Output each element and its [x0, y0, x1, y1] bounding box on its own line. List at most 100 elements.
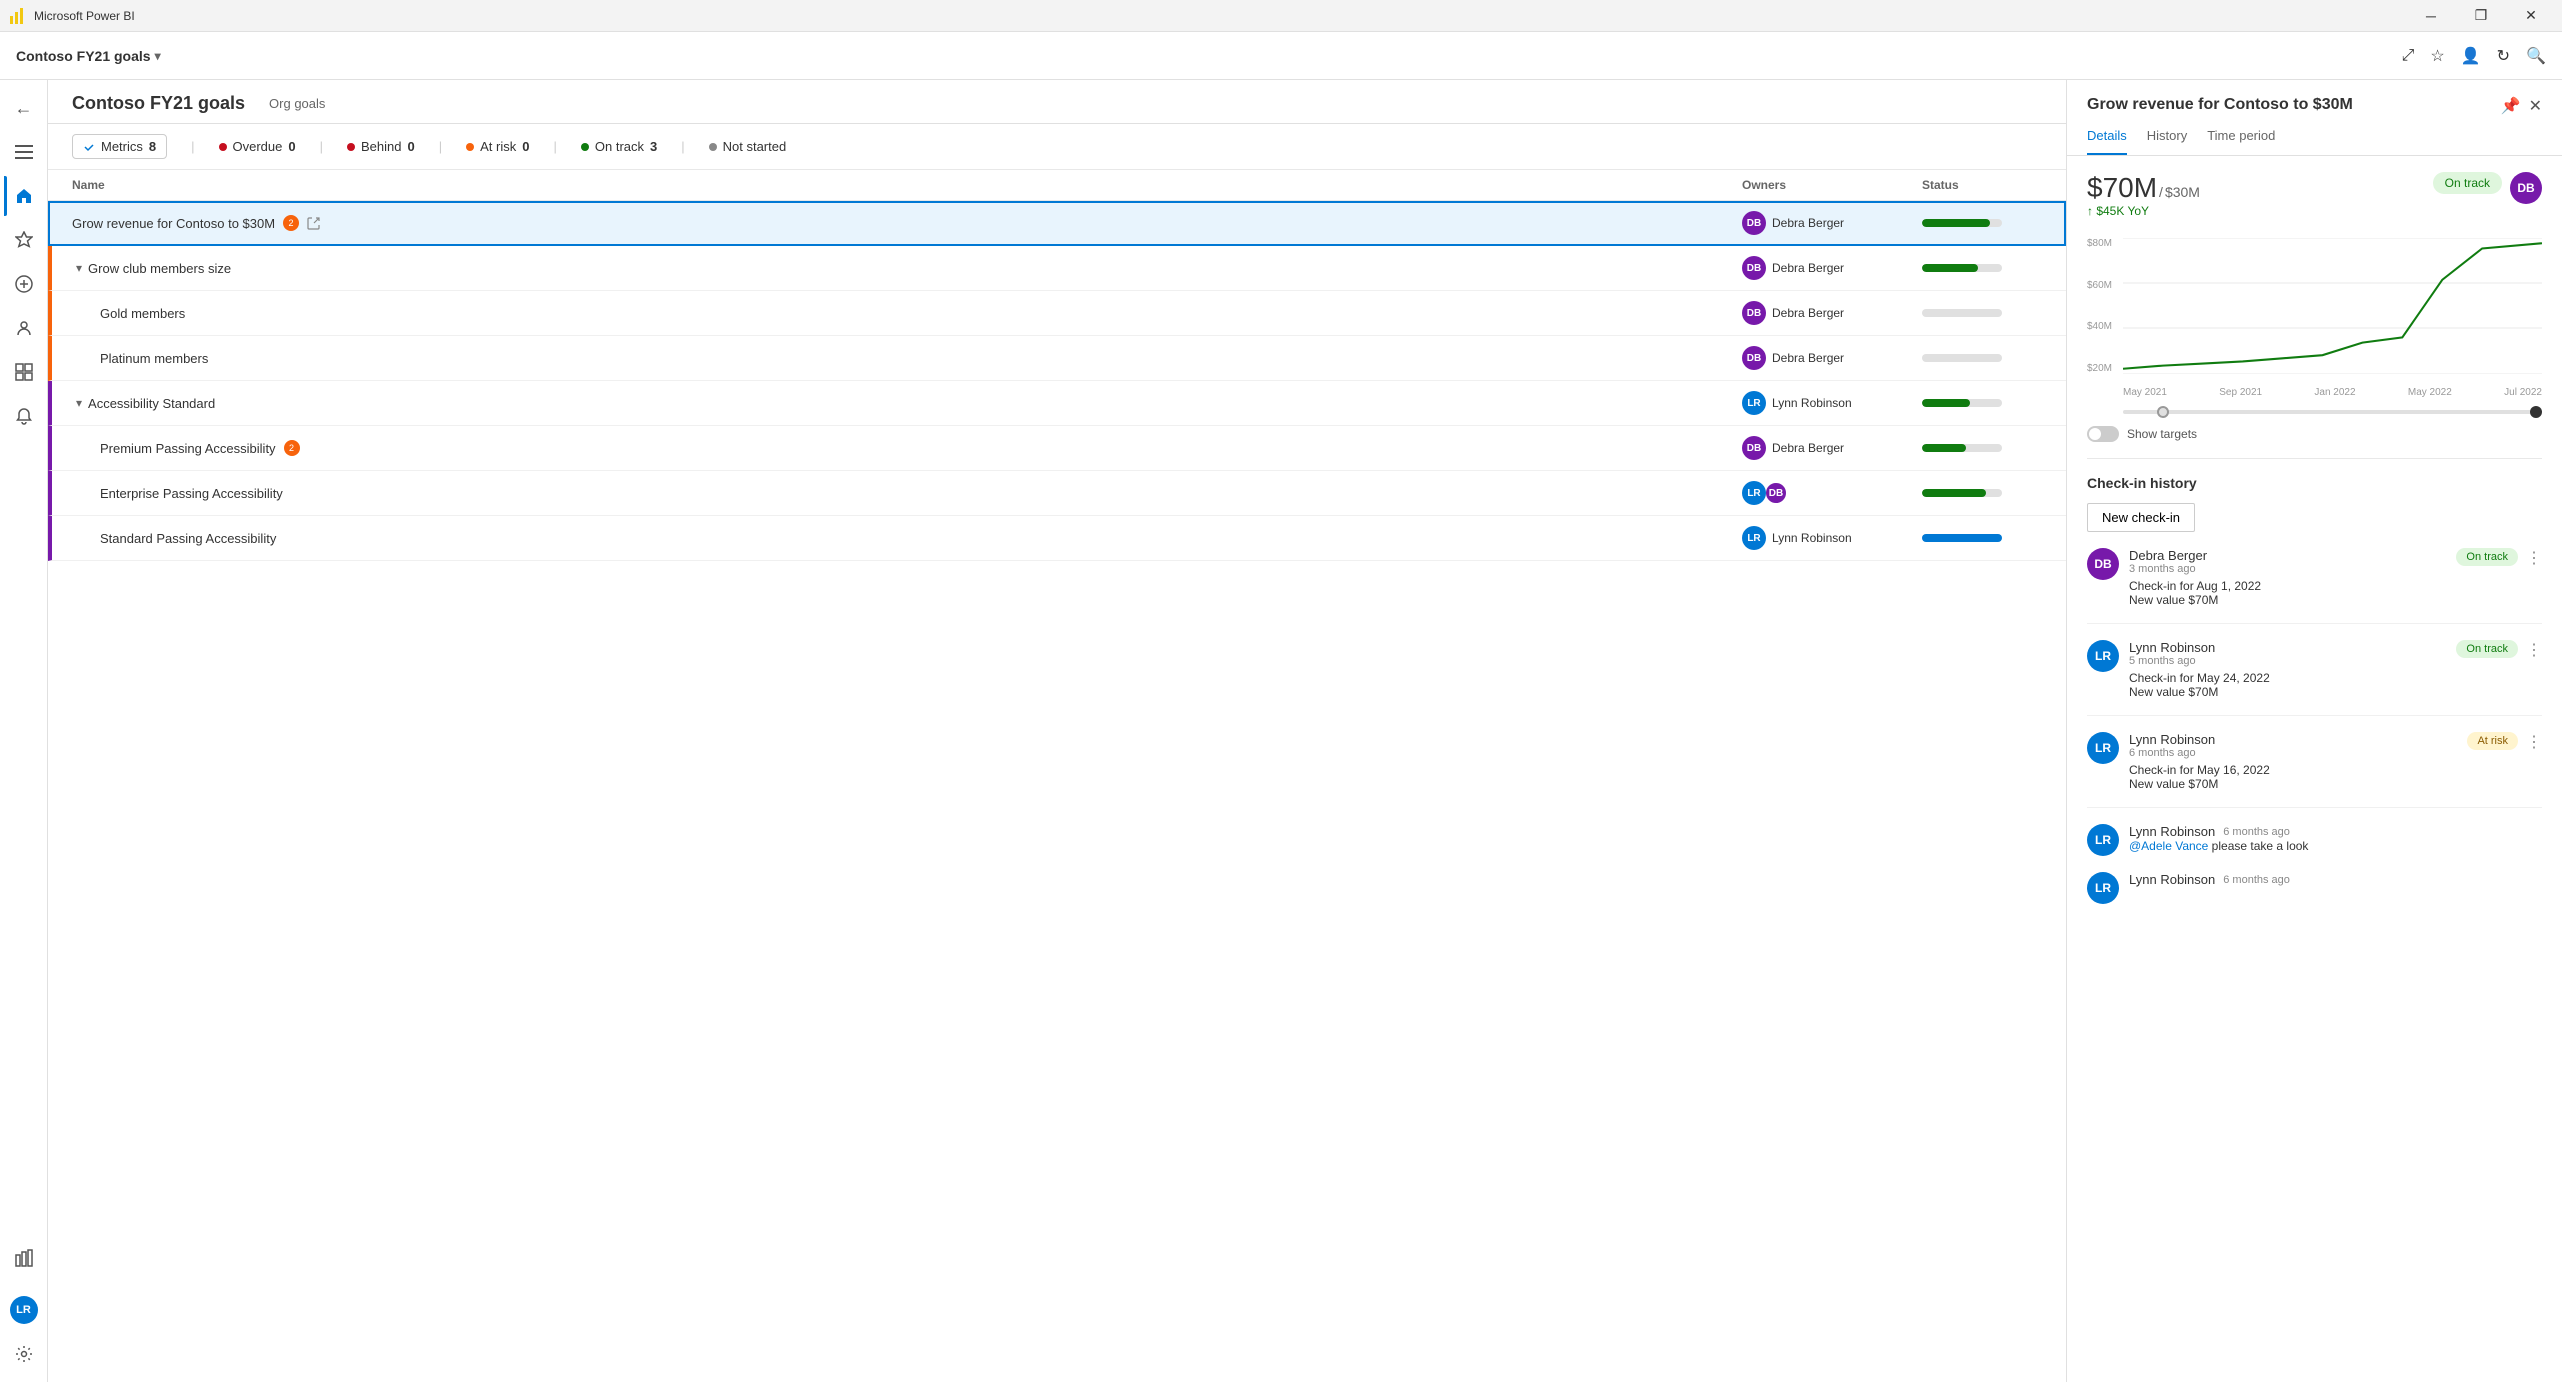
chart-x-label: Sep 2021	[2219, 387, 2262, 398]
expand-icon[interactable]: ⤢	[2402, 47, 2415, 65]
section-divider	[2087, 458, 2542, 459]
new-checkin-button[interactable]: New check-in	[2087, 503, 2195, 532]
table-row[interactable]: Standard Passing Accessibility LR Lynn R…	[48, 516, 2066, 561]
refresh-icon[interactable]: ↻	[2497, 46, 2510, 66]
filter-behind[interactable]: Behind 0	[347, 139, 415, 154]
favorites-icon[interactable]	[4, 220, 44, 260]
metrics-icon[interactable]	[4, 1238, 44, 1278]
goal-status	[1922, 309, 2042, 317]
checkin-status-badge: On track	[2456, 548, 2518, 566]
page-title: Contoso FY21 goals	[72, 93, 245, 114]
goal-name: Grow revenue for Contoso to $30M 2	[72, 215, 1742, 231]
notifications-icon[interactable]	[4, 396, 44, 436]
comment-item: LR Lynn Robinson 6 months ago	[2087, 872, 2542, 904]
share-icon[interactable]: 👤	[2461, 46, 2481, 66]
chart-y-label: $60M	[2087, 280, 2123, 291]
overdue-dot	[219, 143, 227, 151]
notification-badge: 2	[283, 215, 299, 231]
tab-details[interactable]: Details	[2087, 128, 2127, 155]
powerbi-logo-icon	[8, 6, 28, 26]
metric-status-badge: On track	[2433, 172, 2502, 194]
filter-at-risk[interactable]: At risk 0	[466, 139, 529, 154]
mention: @Adele Vance	[2129, 839, 2208, 853]
chart-y-label: $40M	[2087, 321, 2123, 332]
search-icon[interactable]: 🔍	[2526, 46, 2546, 66]
table-row[interactable]: ▾ Accessibility Standard LR Lynn Robinso…	[48, 381, 2066, 426]
tab-history[interactable]: History	[2147, 128, 2187, 155]
home-icon[interactable]	[4, 176, 44, 216]
tab-time-period[interactable]: Time period	[2207, 128, 2275, 155]
collapse-icon: ▾	[76, 261, 82, 275]
tab-org-goals[interactable]: Org goals	[261, 92, 333, 115]
panel-close-icon[interactable]: ✕	[2529, 96, 2542, 116]
close-button[interactable]: ✕	[2508, 0, 2554, 32]
category-status	[1922, 264, 2042, 272]
checkin-time: 3 months ago	[2129, 563, 2446, 575]
table-row[interactable]: Enterprise Passing Accessibility LR DB	[48, 471, 2066, 516]
filter-on-track[interactable]: On track 3	[581, 139, 657, 154]
checkin-more-icon[interactable]: ⋮	[2526, 732, 2542, 752]
content-area: Contoso FY21 goals Org goals Metrics 8 |…	[48, 80, 2066, 1382]
filter-on-track-label: On track	[595, 139, 644, 154]
table-row[interactable]: Platinum members DB Debra Berger	[48, 336, 2066, 381]
checkin-name: Lynn Robinson	[2129, 732, 2457, 747]
chart-range-slider[interactable]	[2123, 410, 2542, 414]
create-icon[interactable]	[4, 264, 44, 304]
settings-icon[interactable]	[4, 1334, 44, 1374]
minimize-button[interactable]: ─	[2408, 0, 2454, 32]
filter-overdue[interactable]: Overdue 0	[219, 139, 296, 154]
comment-time: 6 months ago	[2223, 874, 2290, 886]
slider-handle-right[interactable]	[2530, 406, 2542, 418]
show-targets-toggle[interactable]: Show targets	[2087, 426, 2542, 442]
metric-yoy: ↑ $45K YoY	[2087, 204, 2200, 218]
checkin-more-icon[interactable]: ⋮	[2526, 640, 2542, 660]
checkin-info: Check-in for May 24, 2022	[2129, 671, 2446, 685]
table-row[interactable]: Grow revenue for Contoso to $30M 2 DB De…	[48, 201, 2066, 246]
filter-at-risk-label: At risk	[480, 139, 516, 154]
comment-author: Lynn Robinson	[2129, 824, 2215, 839]
comment-text: @Adele Vance please take a look	[2129, 839, 2542, 853]
filter-at-risk-count: 0	[522, 139, 529, 154]
goal-owner: DB Debra Berger	[1742, 211, 1922, 235]
back-button[interactable]: ←	[4, 88, 44, 128]
menu-icon[interactable]	[4, 132, 44, 172]
people-icon[interactable]	[4, 308, 44, 348]
filter-not-started[interactable]: Not started	[709, 139, 787, 154]
notification-badge: 2	[284, 440, 300, 456]
user-avatar-sidebar[interactable]: LR	[4, 1290, 44, 1330]
checkin-status-badge: At risk	[2467, 732, 2518, 750]
table-row[interactable]: ▾ Grow club members size DB Debra Berger	[48, 246, 2066, 291]
left-sidebar: ←	[0, 80, 48, 1382]
apps-icon[interactable]	[4, 352, 44, 392]
filter-metrics[interactable]: Metrics 8	[72, 134, 167, 159]
avatar: DB	[1742, 211, 1766, 235]
panel-pin-icon[interactable]: 📌	[2501, 96, 2521, 116]
chart-svg	[2123, 238, 2542, 374]
favorite-icon[interactable]: ☆	[2430, 46, 2444, 66]
filter-bar: Metrics 8 | Overdue 0 | Behind 0 |	[48, 124, 2066, 170]
link-icon	[307, 216, 321, 230]
checkin-more-icon[interactable]: ⋮	[2526, 548, 2542, 568]
restore-button[interactable]: ❐	[2458, 0, 2504, 32]
comment-avatar: LR	[2087, 872, 2119, 904]
goal-name: Platinum members	[100, 351, 1742, 366]
report-title[interactable]: Contoso FY21 goals ▾	[16, 48, 161, 64]
page-header: Contoso FY21 goals Org goals	[48, 80, 2066, 124]
checkin-item: LR Lynn Robinson 6 months ago Check-in f…	[2087, 732, 2542, 808]
top-nav: Contoso FY21 goals ▾ ⤢ ☆ 👤 ↻ 🔍	[0, 32, 2562, 80]
toggle-switch[interactable]	[2087, 426, 2119, 442]
table-row[interactable]: Gold members DB Debra Berger	[48, 291, 2066, 336]
category-name: ▾ Grow club members size	[76, 261, 1742, 276]
behind-dot	[347, 143, 355, 151]
comment-author: Lynn Robinson	[2129, 872, 2215, 887]
filter-metrics-count: 8	[149, 139, 156, 154]
slider-handle-left[interactable]	[2157, 406, 2169, 418]
col-header-owners: Owners	[1742, 178, 1922, 192]
goal-owner: LR DB	[1742, 481, 1922, 505]
goals-list: Grow revenue for Contoso to $30M 2 DB De…	[48, 201, 2066, 1382]
goal-owner: DB Debra Berger	[1742, 436, 1922, 460]
filter-on-track-count: 3	[650, 139, 657, 154]
category-name: ▾ Accessibility Standard	[76, 396, 1742, 411]
table-row[interactable]: Premium Passing Accessibility 2 DB Debra…	[48, 426, 2066, 471]
category-status	[1922, 399, 2042, 407]
